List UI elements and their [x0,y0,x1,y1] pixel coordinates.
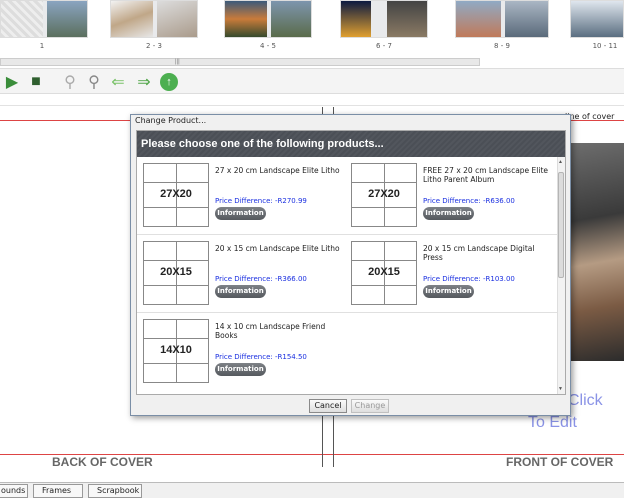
product-price: Price Difference: -R636.00 [423,197,515,205]
product-name: 27 x 20 cm Landscape Elite Litho [215,166,340,175]
spread-label: 1 [39,42,45,50]
product-name: 20 x 15 cm Landscape Digital Press [423,244,535,262]
ruler [0,94,624,106]
spread-thumbnail-10-11[interactable] [570,0,624,38]
product-thumbnail: 14X10 [143,319,209,383]
scrollbar-grip-icon[interactable]: ||| [175,59,180,65]
dialog-content: Please choose one of the following produ… [136,130,566,395]
information-button[interactable]: Information [215,285,266,298]
spread-thumbnail-4-5[interactable] [224,0,312,38]
dialog-button-row: Cancel Change [131,397,570,415]
scrollbar-thumb[interactable] [558,172,564,278]
product-thumbnail: 20X15 [143,241,209,305]
spread-thumbnail-6-7[interactable] [340,0,428,38]
zoom-in-icon[interactable]: ⚲ [84,72,104,92]
import-photo-icon[interactable]: ▶ [2,72,22,92]
bottom-tab-bar: ounds Frames Scrapbook [0,482,624,498]
product-thumbnail: 27X20 [143,163,209,227]
product-size: 20X15 [368,266,400,278]
product-name: 20 x 15 cm Landscape Elite Litho [215,244,340,253]
dialog-header: Please choose one of the following produ… [137,131,565,157]
product-name: 14 x 10 cm Landscape Friend Books [215,322,326,340]
cover-guide-line [0,120,130,121]
spread-label: 6 - 7 [376,42,392,50]
spread-label: 2 - 3 [146,42,162,50]
arrow-right-icon[interactable]: ⇒ [134,72,154,92]
spread-label: 10 - 11 [592,42,618,50]
change-product-dialog: Change Product... Please choose one of t… [130,114,571,416]
scroll-down-icon[interactable]: ▼ [558,386,563,392]
photo-library-icon[interactable]: ■ [26,72,46,92]
page-strip: 1 2 - 3 4 - 5 6 - 7 8 - 9 10 - 11 ||| [0,0,624,66]
product-name: FREE 27 x 20 cm Landscape Elite Litho Pa… [423,166,549,184]
spread-label: 4 - 5 [260,42,276,50]
information-button[interactable]: Information [423,285,474,298]
product-option[interactable]: 20X15 20 x 15 cm Landscape Elite Litho P… [139,235,347,311]
product-size: 27X20 [160,188,192,200]
cover-photo[interactable] [563,143,624,361]
product-thumbnail: 20X15 [351,241,417,305]
tab-scrapbook[interactable]: Scrapbook [88,484,142,498]
product-price: Price Difference: -R366.00 [215,275,307,283]
information-button[interactable]: Information [215,363,266,376]
product-size: 20X15 [160,266,192,278]
front-cover-label: FRONT OF COVER [506,455,614,469]
spread-label: 8 - 9 [494,42,510,50]
product-price: Price Difference: -R270.99 [215,197,307,205]
product-price: Price Difference: -R103.00 [423,275,515,283]
spread-thumbnail-2-3[interactable] [110,0,198,38]
product-option[interactable]: 14X10 14 x 10 cm Landscape Friend Books … [139,313,347,389]
cancel-button[interactable]: Cancel [309,399,347,413]
dialog-title: Change Product... [131,115,570,127]
tab-backgrounds[interactable]: ounds [0,484,28,498]
change-button[interactable]: Change [351,399,389,413]
product-list: 27X20 27 x 20 cm Landscape Elite Litho P… [137,157,557,394]
product-size: 14X10 [160,344,192,356]
product-thumbnail: 27X20 [351,163,417,227]
product-price: Price Difference: -R154.50 [215,353,307,361]
arrow-left-icon[interactable]: ⇐ [108,72,128,92]
spread-thumbnail-8-9[interactable] [455,0,549,38]
toolbar: ▶ ■ ⚲ ⚲ ⇐ ⇒ ↑ [0,68,624,94]
go-icon[interactable]: ↑ [160,73,178,91]
cover-line-label: line of cover [565,112,615,121]
product-option[interactable]: 20X15 20 x 15 cm Landscape Digital Press… [347,235,555,311]
information-button[interactable]: Information [215,207,266,220]
scroll-up-icon[interactable]: ▲ [558,159,563,165]
page-strip-scrollbar[interactable] [0,58,480,66]
product-option[interactable]: 27X20 27 x 20 cm Landscape Elite Litho P… [139,157,347,233]
spread-thumbnail-1[interactable] [0,0,88,38]
back-cover-label: BACK OF COVER [52,455,153,469]
product-size: 27X20 [368,188,400,200]
information-button[interactable]: Information [423,207,474,220]
product-option[interactable]: 27X20 FREE 27 x 20 cm Landscape Elite Li… [347,157,555,233]
tab-frames[interactable]: Frames [33,484,83,498]
zoom-out-icon[interactable]: ⚲ [60,72,80,92]
